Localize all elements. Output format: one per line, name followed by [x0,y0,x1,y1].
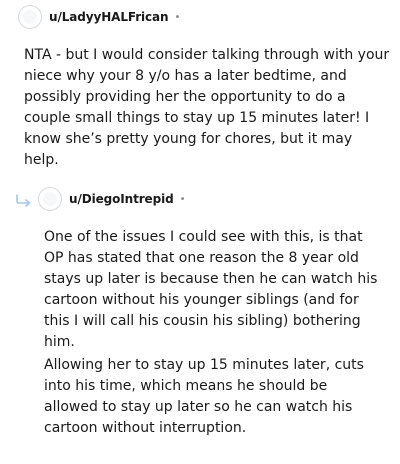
comment-header-1: u/LadyyHALFrican • [18,5,180,29]
comment-author-username[interactable]: u/LadyyHALFrican [49,10,169,24]
user-avatar-icon[interactable] [18,5,42,29]
comment-body: NTA - but I would consider talking throu… [24,47,390,168]
user-avatar-icon[interactable] [38,187,62,211]
reply-author-username[interactable]: u/DiegoIntrepid [69,192,174,206]
reply-body-paragraph: One of the issues I could see with this,… [44,229,378,350]
reply-body-paragraph: Allowing her to stay up 15 minutes later… [44,357,364,436]
comment-header-2: u/DiegoIntrepid • [38,187,185,211]
reply-arrow-icon [16,194,31,207]
meta-separator: • [174,11,181,23]
meta-separator: • [179,193,186,205]
